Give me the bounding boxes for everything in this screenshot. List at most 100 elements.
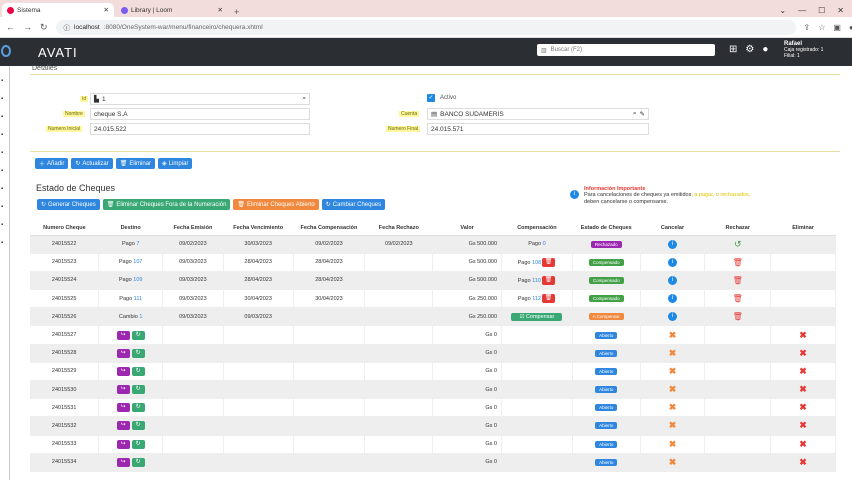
grid-add-icon[interactable]: ⊞	[729, 44, 737, 55]
delete-icon[interactable]: ✖	[799, 348, 807, 358]
search-icon[interactable]: ⌕	[302, 95, 306, 103]
extension-icon[interactable]: ▣	[833, 23, 841, 32]
share-icon[interactable]: ↪	[116, 330, 130, 340]
eliminar-fuera-button[interactable]: 🗑 Eliminar Cheques Fora de la Numeración	[102, 199, 231, 210]
table-row[interactable]: 24015528 ↪ ↻ Gs 0 Abierto ✖ ✖	[30, 344, 836, 363]
undo-icon[interactable]: ↺	[734, 239, 742, 249]
browser-tab-sistema[interactable]: Sistema ✕	[2, 3, 114, 17]
table-row[interactable]: 24015526 Cambio 1 09/03/2023 09/03/2023 Gs 2…	[30, 307, 836, 327]
compensar-button[interactable]: ☑ Compensar	[511, 312, 563, 321]
actualizar-button[interactable]: ↻ Actualizar	[71, 158, 113, 169]
nombre-field[interactable]: cheque S.A	[90, 108, 310, 120]
compensacion-ref[interactable]: 108	[532, 260, 541, 266]
cancel-icon[interactable]: ✖	[669, 457, 677, 467]
browser-tab-loom[interactable]: Library | Loom ✕	[116, 3, 228, 17]
refresh-icon[interactable]: ↻	[131, 330, 145, 340]
destino-ref[interactable]: 111	[134, 296, 142, 302]
delete-icon[interactable]: ✖	[799, 402, 807, 412]
destino-link[interactable]: Pago 109	[119, 277, 143, 283]
trash-icon[interactable]: 🗑	[542, 257, 556, 267]
compensacion-link[interactable]: Pago 0	[528, 241, 545, 247]
maximize-icon[interactable]: ☐	[818, 6, 825, 15]
destino-ref[interactable]: 109	[133, 277, 142, 283]
info-icon[interactable]: i	[668, 239, 677, 249]
refresh-icon[interactable]: ↻	[131, 421, 145, 431]
refresh-icon[interactable]: ↻	[131, 403, 145, 413]
star-icon[interactable]: ☆	[818, 23, 825, 32]
table-row[interactable]: 24015531 ↪ ↻ Gs 0 Abierto ✖ ✖	[30, 398, 836, 418]
cancel-icon[interactable]: ✖	[669, 439, 677, 449]
id-field[interactable]: ▙ 1 ⌕	[90, 93, 310, 105]
user-icon[interactable]: ●	[762, 44, 768, 55]
close-icon[interactable]: ✕	[218, 6, 223, 14]
cancel-icon[interactable]: ✖	[669, 402, 677, 412]
cuenta-field[interactable]: ▤ BANCO SUDAMERIS ⌕ ✎	[427, 108, 649, 120]
info-icon[interactable]: i	[668, 312, 677, 322]
menu-icon[interactable]: ▪	[1, 186, 9, 192]
menu-icon[interactable]: ▪	[1, 168, 9, 174]
search-input[interactable]: ▥ Buscar (F2)	[537, 44, 715, 56]
share-icon[interactable]: ↪	[116, 439, 130, 449]
back-icon[interactable]: ←	[6, 22, 15, 32]
compensacion-link[interactable]: Pago 112	[518, 296, 541, 302]
info-icon[interactable]: i	[668, 275, 677, 285]
trash-icon[interactable]: 🗑	[733, 258, 743, 267]
share-icon[interactable]: ↪	[116, 385, 130, 395]
close-window-icon[interactable]: ✕	[837, 6, 844, 15]
table-row[interactable]: 24015529 ↪ ↻ Gs 0 Abierto ✖ ✖	[30, 362, 836, 382]
reload-icon[interactable]: ↻	[40, 22, 48, 33]
gear-icon[interactable]: ⚙	[745, 44, 754, 55]
search-icon[interactable]: ⌕	[633, 110, 637, 118]
url-field[interactable]: ⓘ localhost:8080/OneSystem-war/menu/fina…	[55, 19, 796, 35]
share-icon[interactable]: ↪	[116, 366, 130, 376]
minimize-icon[interactable]: —	[798, 6, 806, 15]
refresh-icon[interactable]: ↻	[131, 439, 145, 449]
edit-icon[interactable]: ✎	[640, 110, 645, 118]
compensacion-link[interactable]: Pago 110	[518, 278, 541, 284]
menu-icon[interactable]: ▪	[1, 132, 9, 138]
share-icon[interactable]: ↪	[116, 457, 130, 467]
table-row[interactable]: 24015534 ↪ ↻ Gs 0 Abierto ✖ ✖	[30, 453, 836, 472]
close-icon[interactable]: ✕	[104, 6, 109, 14]
table-row[interactable]: 24015530 ↪ ↻ Gs 0 Abierto ✖ ✖	[30, 380, 836, 400]
cancel-icon[interactable]: ✖	[669, 384, 677, 394]
activo-checkbox[interactable]: ✓	[427, 94, 435, 102]
numero-final-field[interactable]: 24.015.571	[427, 123, 649, 135]
destino-ref[interactable]: 7	[136, 241, 139, 247]
chevron-down-icon[interactable]: ⌄	[779, 6, 786, 15]
delete-icon[interactable]: ✖	[799, 366, 807, 376]
new-tab-icon[interactable]: +	[234, 7, 239, 17]
menu-icon[interactable]: ▪	[1, 150, 9, 156]
refresh-icon[interactable]: ↻	[131, 366, 145, 376]
trash-icon[interactable]: 🗑	[542, 294, 555, 304]
trash-icon[interactable]: 🗑	[733, 312, 743, 321]
share-icon[interactable]: ↪	[116, 348, 130, 358]
refresh-icon[interactable]: ↻	[131, 348, 145, 358]
menu-icon[interactable]: ▪	[1, 78, 9, 84]
eliminar-abierto-button[interactable]: 🗑 Eliminar Cheques Abierto	[233, 199, 319, 210]
destino-link[interactable]: Cambio 1	[119, 314, 143, 320]
forward-icon[interactable]: →	[23, 22, 32, 32]
anadir-button[interactable]: ＋ Añadir	[35, 158, 69, 169]
cancel-icon[interactable]: ✖	[669, 420, 677, 430]
table-row[interactable]: 24015533 ↪ ↻ Gs 0 Abierto ✖ ✖	[30, 435, 836, 454]
refresh-icon[interactable]: ↻	[131, 457, 145, 467]
table-row[interactable]: 24015523 Pago 107 09/03/2023 28/04/2023 28/0…	[30, 253, 836, 272]
numero-inicial-field[interactable]: 24.015.522	[90, 123, 310, 135]
compensacion-ref[interactable]: 0	[543, 241, 546, 247]
info-icon[interactable]: i	[668, 294, 677, 304]
delete-icon[interactable]: ✖	[799, 439, 807, 449]
compensacion-link[interactable]: Pago 108	[518, 260, 542, 266]
menu-icon[interactable]: ▪	[1, 222, 9, 228]
delete-icon[interactable]: ✖	[799, 420, 807, 430]
info-icon[interactable]: ⓘ	[64, 22, 71, 32]
destino-link[interactable]: Pago 107	[119, 259, 143, 265]
compensacion-ref[interactable]: 110	[532, 278, 541, 284]
menu-icon[interactable]: ▪	[1, 114, 9, 120]
cancel-icon[interactable]: ✖	[669, 366, 677, 376]
menu-icon[interactable]: ▪	[1, 204, 9, 210]
menu-icon[interactable]: ▪	[1, 96, 9, 102]
eliminar-button[interactable]: 🗑 Eliminar	[115, 158, 156, 169]
table-row[interactable]: 24015532 ↪ ↻ Gs 0 Abierto ✖ ✖	[30, 416, 836, 436]
limpiar-button[interactable]: ◈ Limpiar	[158, 158, 193, 169]
